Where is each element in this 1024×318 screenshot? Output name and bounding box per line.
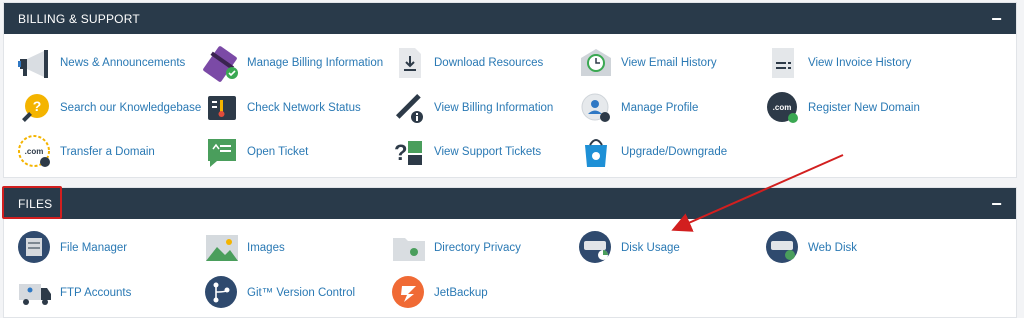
ftp-accounts-link[interactable]: FTP Accounts xyxy=(16,271,203,316)
item-label: Transfer a Domain xyxy=(60,146,155,159)
download-resources-link[interactable]: Download Resources xyxy=(390,41,577,86)
megaphone-icon xyxy=(16,44,54,82)
jetbackup-link[interactable]: JetBackup xyxy=(390,271,577,316)
item-label: Manage Billing Information xyxy=(247,57,384,70)
images-link[interactable]: Images xyxy=(203,226,390,271)
network-status-icon xyxy=(203,89,241,127)
profile-icon xyxy=(577,89,615,127)
git-icon xyxy=(203,274,241,312)
register-domain-link[interactable]: .com Register New Domain xyxy=(764,86,951,131)
upgrade-downgrade-link[interactable]: Upgrade/Downgrade xyxy=(577,130,764,175)
upgrade-icon xyxy=(577,133,615,171)
transfer-domain-icon: .com xyxy=(16,133,54,171)
item-label: Directory Privacy xyxy=(434,242,521,255)
disk-usage-link[interactable]: Disk Usage xyxy=(577,226,764,271)
file-manager-icon xyxy=(16,229,54,267)
item-label: FTP Accounts xyxy=(60,286,132,299)
billing-info-link[interactable]: View Billing Information xyxy=(390,86,577,131)
collapse-icon[interactable]: − xyxy=(991,195,1002,213)
file-manager-link[interactable]: File Manager xyxy=(16,226,203,271)
collapse-icon[interactable]: − xyxy=(991,10,1002,28)
directory-privacy-link[interactable]: Directory Privacy xyxy=(390,226,577,271)
svg-text:.com: .com xyxy=(773,103,792,112)
email-history-link[interactable]: View Email History xyxy=(577,41,764,86)
item-label: Open Ticket xyxy=(247,146,309,159)
email-history-icon xyxy=(577,44,615,82)
billing-support-header[interactable]: BILLING & SUPPORT − xyxy=(4,3,1016,34)
register-domain-icon: .com xyxy=(764,89,802,127)
item-label: Search our Knowledgebase xyxy=(60,101,202,114)
item-label: Register New Domain xyxy=(808,101,920,114)
item-label: Git™ Version Control xyxy=(247,286,356,299)
files-highlight-annotation xyxy=(2,186,62,219)
files-grid: File Manager Images Directory Privacy Di… xyxy=(4,219,1016,315)
download-icon xyxy=(390,44,428,82)
item-label: Manage Profile xyxy=(621,101,699,114)
item-label: Upgrade/Downgrade xyxy=(621,146,728,159)
open-ticket-icon xyxy=(203,133,241,171)
svg-text:?: ? xyxy=(394,140,407,165)
billing-support-title: BILLING & SUPPORT xyxy=(18,11,140,26)
files-panel: FILES − File Manager Images Directory Pr… xyxy=(3,187,1017,318)
billing-support-grid: News & Announcements Manage Billing Info… xyxy=(4,34,1016,175)
git-version-control-link[interactable]: Git™ Version Control xyxy=(203,271,390,316)
images-icon xyxy=(203,229,241,267)
manage-profile-link[interactable]: Manage Profile xyxy=(577,86,764,131)
item-label: JetBackup xyxy=(434,286,488,299)
ftp-accounts-icon xyxy=(16,274,54,312)
support-tickets-icon: ? xyxy=(390,133,428,171)
item-label: View Support Tickets xyxy=(434,146,542,159)
billing-info-icon xyxy=(390,89,428,127)
billing-support-panel: BILLING & SUPPORT − News & Announcements… xyxy=(3,2,1017,178)
knowledgebase-icon: ? xyxy=(16,89,54,127)
item-label: View Billing Information xyxy=(434,101,554,114)
knowledgebase-link[interactable]: ? Search our Knowledgebase xyxy=(16,86,203,131)
web-disk-link[interactable]: Web Disk xyxy=(764,226,951,271)
item-label: View Invoice History xyxy=(808,57,912,70)
files-header[interactable]: FILES − xyxy=(4,188,1016,219)
svg-text:.com: .com xyxy=(25,147,44,156)
news-announcements-link[interactable]: News & Announcements xyxy=(16,41,203,86)
open-ticket-link[interactable]: Open Ticket xyxy=(203,130,390,175)
invoice-icon xyxy=(764,44,802,82)
invoice-history-link[interactable]: View Invoice History xyxy=(764,41,951,86)
svg-text:?: ? xyxy=(33,98,42,114)
manage-billing-link[interactable]: Manage Billing Information xyxy=(203,41,390,86)
network-status-link[interactable]: Check Network Status xyxy=(203,86,390,131)
item-label: News & Announcements xyxy=(60,57,186,70)
credit-card-icon xyxy=(203,44,241,83)
disk-usage-icon xyxy=(577,229,615,267)
item-label: File Manager xyxy=(60,242,128,255)
support-tickets-link[interactable]: ? View Support Tickets xyxy=(390,130,577,175)
item-label: View Email History xyxy=(621,57,717,70)
jetbackup-icon xyxy=(390,274,428,312)
item-label: Check Network Status xyxy=(247,101,361,114)
item-label: Web Disk xyxy=(808,242,857,255)
item-label: Images xyxy=(247,242,285,255)
item-label: Download Resources xyxy=(434,57,544,70)
directory-privacy-icon xyxy=(390,229,428,267)
item-label: Disk Usage xyxy=(621,242,680,255)
web-disk-icon xyxy=(764,229,802,267)
transfer-domain-link[interactable]: .com Transfer a Domain xyxy=(16,130,203,175)
